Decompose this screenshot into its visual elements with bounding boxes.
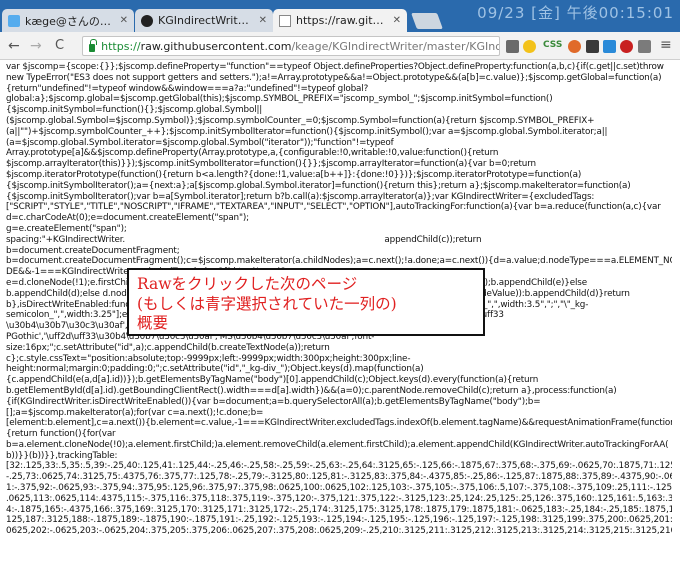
extension-icon[interactable]	[603, 40, 616, 53]
code-line: 0625,202:-.0625,203:-.0625,204:.375,205:…	[6, 526, 672, 537]
code-line: [];a=$jscomp.makeIterator(a);for(var c=a…	[6, 407, 264, 418]
code-line: {$jscomp.initSymbolIterator();var b=a[Sy…	[6, 191, 595, 202]
code-line: 125,187:.3125,188:-.1875,189:-.1875,190:…	[6, 515, 672, 526]
url-scheme: https://	[101, 39, 141, 53]
code-line: {$jscomp.initSymbolIterator();a={next:a}…	[6, 180, 631, 191]
github-icon	[141, 14, 153, 27]
code-line: spacing:"+KGIndirectWriter. appendChild(…	[6, 234, 482, 245]
translate-icon[interactable]	[506, 40, 519, 53]
code-line: (a=$jscomp.global.Symbol.iterator=$jscom…	[6, 137, 394, 148]
tab-label: KGIndirectWriter/KGIndi	[158, 14, 255, 27]
code-line: b))}}(b))}},trackingTable:	[6, 450, 118, 461]
menu-icon[interactable]: ≡	[660, 37, 672, 53]
code-line: -.25,73:.0625,74:.3125,75:.4375,76:.375,…	[6, 472, 672, 483]
callout-line: 概要	[137, 314, 169, 332]
callout-line: Rawをクリックした次のページ	[137, 275, 358, 293]
annotation-callout: Rawをクリックした次のページ (もしくは青字選択されていた一列の) 概要	[127, 268, 485, 336]
browser-toolbar: ← → C https:// raw.githubusercontent.com…	[0, 32, 680, 60]
code-line: ($jscomp.global.Symbol=$jscomp.Symbol)};…	[6, 115, 595, 126]
url-host: raw.githubusercontent.com	[140, 39, 292, 53]
tab-close-icon[interactable]: ✕	[120, 15, 128, 26]
code-line: b=document.createDocumentFragment();c=$j…	[6, 256, 672, 267]
code-line: d=c.charCodeAt(0);e=document.createEleme…	[6, 213, 249, 224]
reload-button[interactable]: C	[55, 38, 64, 54]
code-line: {$jscomp.initSymbol=function(){};$jscomp…	[6, 105, 263, 116]
address-bar[interactable]: https:// raw.githubusercontent.com /keag…	[82, 36, 500, 56]
code-line: (a||"")+$jscomp.symbolCounter_++};$jscom…	[6, 126, 608, 137]
code-line: c};c.style.cssText="position:absolute;to…	[6, 353, 411, 364]
tab-label: https://raw.githubuserc	[296, 14, 389, 27]
code-line: global:a};$jscomp.global=$jscomp.getGlob…	[6, 94, 553, 105]
code-line: .0625,113:.0625,114:.4375,115:-.375,116:…	[6, 493, 672, 504]
new-tab-button[interactable]	[411, 13, 443, 29]
code-line: b=a.element.cloneNode(!0);a.element.firs…	[6, 439, 669, 450]
back-button[interactable]: ←	[8, 38, 20, 54]
code-line: [element:b.element],c=a.next()){b.elemen…	[6, 418, 672, 429]
code-line: [32:.125,33:.5,35:.5,39:-.25,40:.125,41:…	[6, 461, 672, 472]
tab-close-icon[interactable]: ✕	[259, 15, 267, 26]
code-line: height:normal;margin:0;padding:0;";c.set…	[6, 364, 424, 375]
code-line: {if(KGIndirectWriter.isDirectWriteEnable…	[6, 396, 541, 407]
callout-line: (もしくは青字選択されていた一列の)	[137, 294, 397, 313]
tab-strip: 09/23 [金] 午後00:15:01 kæge@さんのツイート: "keag…	[0, 0, 680, 32]
code-line: size:16px;";c.setAttribute("id",a);c.app…	[6, 342, 330, 353]
code-line: ["SCRIPT","STYLE","TITLE","NOSCRIPT","IF…	[6, 202, 661, 213]
lock-icon	[89, 38, 98, 52]
code-line: {c.appendChild(e(a,d[a].id))});b.getElem…	[6, 375, 539, 386]
star-icon[interactable]	[523, 40, 536, 53]
code-line: {return function(){for(var	[6, 429, 116, 440]
extension-icon[interactable]	[638, 40, 651, 53]
tab-twitter[interactable]: kæge@さんのツイート: "keage ✕	[2, 9, 134, 32]
code-line: b.getElementById(d[a].id).getBoundingCli…	[6, 385, 617, 396]
clock-overlay: 09/23 [金] 午後00:15:01	[477, 4, 674, 22]
tab-raw-github[interactable]: https://raw.githubuserc ✕	[273, 9, 407, 32]
code-line: var $jscomp={scope:{}};$jscomp.definePro…	[6, 62, 664, 72]
code-line: $jscomp.arrayIterator(this)}});$jscomp.i…	[6, 159, 536, 170]
url-path: /keage/KGIndirectWriter/master/KGIndirec…	[291, 39, 499, 53]
code-line: 4:-.1875,165:-.4375,166:.375,169:.3125,1…	[6, 504, 672, 515]
code-line: new TypeError("ES3 does not support gett…	[6, 72, 662, 83]
forward-button[interactable]: →	[30, 38, 42, 54]
code-line: {return"undefined"!=typeof window&&windo…	[6, 83, 369, 94]
code-line: b=document.createDocumentFragment;	[6, 245, 180, 256]
adblock-icon[interactable]	[620, 40, 633, 53]
tab-close-icon[interactable]: ✕	[393, 15, 401, 26]
page-content: var $jscomp={scope:{}};$jscomp.definePro…	[0, 60, 680, 575]
css-extension-icon[interactable]: CSS	[543, 40, 562, 50]
code-line: g=e.createElement("span");	[6, 223, 127, 234]
twitter-icon	[8, 14, 20, 27]
document-icon	[279, 14, 291, 27]
extension-icon[interactable]	[586, 40, 599, 53]
code-line: $jscomp.iteratorPrototype(function(){ret…	[6, 169, 582, 180]
tab-label: kæge@さんのツイート: "keage	[25, 14, 116, 28]
firefox-icon[interactable]	[568, 40, 581, 53]
code-line: 1:-.375,92:-.0625,93:-.375,94:.375,95:.1…	[6, 483, 672, 494]
code-line: Array.prototype[a]&&$jscomp.defineProper…	[6, 148, 499, 159]
tab-github[interactable]: KGIndirectWriter/KGIndi ✕	[135, 9, 273, 32]
